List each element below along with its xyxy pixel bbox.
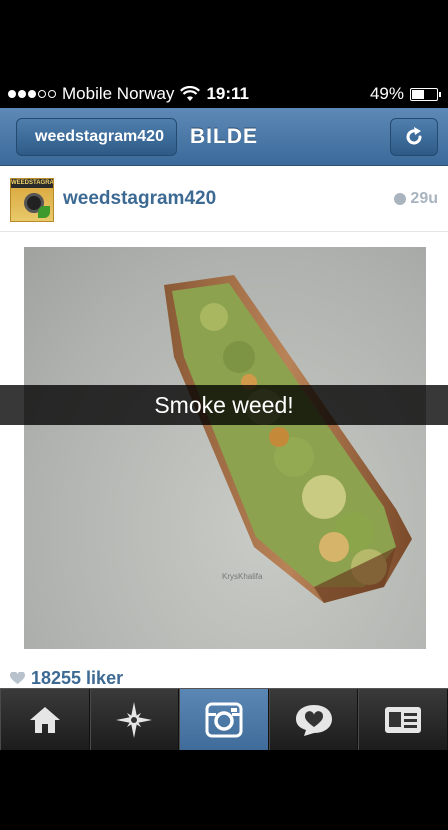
home-icon [29, 706, 60, 733]
photo-subject [164, 275, 412, 603]
tab-activity[interactable] [268, 689, 359, 750]
back-button[interactable]: weedstagram420 [16, 118, 177, 156]
back-button-label: weedstagram420 [35, 128, 164, 145]
camera-icon [205, 702, 243, 737]
wifi-icon [180, 86, 201, 101]
clock-icon [394, 193, 407, 205]
post-header: WEEDSTAGRAM weedstagram420 29u [0, 166, 448, 232]
status-bar: Mobile Norway 19:11 49% [0, 80, 448, 108]
tab-profile[interactable] [358, 689, 448, 750]
heart-icon [10, 672, 25, 685]
battery-indicator: 49% [369, 84, 441, 104]
post-username[interactable]: weedstagram420 [63, 188, 216, 210]
bottom-letterbox [0, 750, 448, 830]
photo-watermark: KrysKhalifa [222, 572, 263, 581]
avatar[interactable]: WEEDSTAGRAM [10, 178, 54, 222]
tab-home[interactable] [0, 689, 90, 750]
caption-overlay: Smoke weed! [0, 385, 448, 425]
leaf-icon [38, 206, 50, 218]
tab-camera[interactable] [179, 689, 269, 750]
profile-card-icon [385, 706, 422, 733]
tab-explore[interactable] [89, 689, 180, 750]
navigation-bar: weedstagram420 BILDE [0, 108, 448, 166]
avatar-logo-text: WEEDSTAGRAM [11, 179, 54, 188]
refresh-icon [406, 127, 422, 145]
signal-strength-icon [8, 90, 56, 98]
battery-percent: 49% [369, 84, 404, 103]
likes-count[interactable]: 18255 liker [10, 668, 123, 688]
top-letterbox [0, 0, 448, 80]
refresh-button[interactable] [390, 118, 438, 156]
carrier-name: Mobile Norway [62, 84, 175, 103]
post-content: WEEDSTAGRAM weedstagram420 29u [0, 166, 448, 688]
battery-icon [410, 87, 441, 101]
page-title: BILDE [190, 125, 258, 148]
status-time: 19:11 [206, 84, 249, 103]
tab-bar [0, 688, 448, 750]
likes-label: 18255 liker [31, 668, 124, 688]
activity-heart-bubble-icon [295, 704, 332, 736]
post-photo[interactable]: KrysKhalifa [24, 247, 426, 649]
explore-star-icon [116, 701, 153, 738]
post-timestamp: 29u [394, 190, 438, 208]
post-time-ago: 29u [410, 190, 438, 207]
